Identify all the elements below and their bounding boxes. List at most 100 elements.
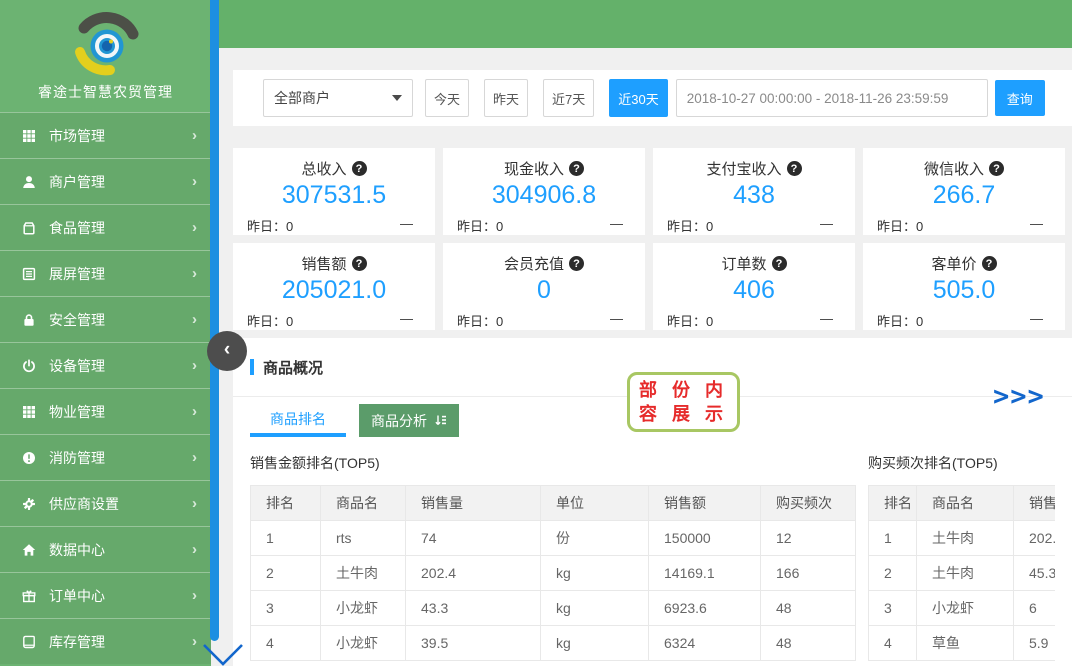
chevron-right-icon bbox=[192, 265, 197, 282]
stats-grid: 总收入 307531.5 昨日：0 — 现金收入 304906.8 昨日：0 — 支… bbox=[233, 126, 1072, 338]
sidebar-item-property[interactable]: 物业管理 bbox=[0, 388, 211, 434]
sidebar-item-food[interactable]: 食品管理 bbox=[0, 204, 211, 250]
sidebar-item-merchant[interactable]: 商户管理 bbox=[0, 158, 211, 204]
sidebar-item-label: 供应商设置 bbox=[49, 495, 119, 512]
help-icon[interactable] bbox=[771, 256, 787, 271]
annotation-arrows: >>> bbox=[993, 381, 1045, 412]
grid-icon bbox=[22, 405, 36, 419]
chevron-right-icon bbox=[192, 633, 197, 650]
table-cell: 6324 bbox=[648, 625, 761, 661]
stat-value: 266.7 bbox=[932, 181, 996, 209]
sidebar-item-market[interactable]: 市场管理 bbox=[0, 112, 211, 158]
column-header: 销售额 bbox=[648, 485, 761, 521]
table-cell: 6923.6 bbox=[648, 590, 761, 626]
stat-yesterday: 昨日：0 bbox=[457, 314, 504, 329]
help-icon[interactable] bbox=[569, 161, 584, 176]
section-accent-bar bbox=[250, 359, 254, 375]
brand: 睿途士智慧农贸管理 bbox=[0, 0, 211, 112]
dashboard-panel: 全部商户 今天 昨天 近7天 近30天 查询 总收入 307531.5 昨日：0… bbox=[233, 70, 1072, 666]
chevron-right-icon bbox=[192, 311, 197, 328]
table-cell: 43.3 bbox=[405, 590, 541, 626]
sidebar-item-screen[interactable]: 展屏管理 bbox=[0, 250, 211, 296]
chevron-right-icon bbox=[192, 173, 197, 190]
sort-icon bbox=[434, 414, 447, 427]
table-row: 4 小龙虾 39.5 kg 6324 48 bbox=[250, 625, 856, 661]
table-cell: 48 bbox=[760, 590, 856, 626]
sidebar-item-device[interactable]: 设备管理 bbox=[0, 342, 211, 388]
tab-goods-analysis[interactable]: 商品分析 bbox=[359, 404, 459, 437]
table-cell: 1 bbox=[250, 520, 321, 556]
tab-goods-rank[interactable]: 商品排名 bbox=[250, 404, 346, 437]
table-cell: 39.5 bbox=[405, 625, 541, 661]
stat-yesterday: 昨日：0 bbox=[247, 219, 294, 234]
stat-card-avg-order: 客单价 505.0 昨日：0 — bbox=[863, 243, 1065, 330]
stat-trend: — bbox=[610, 311, 623, 326]
yesterday-button[interactable]: 昨天 bbox=[484, 79, 529, 117]
stat-label: 支付宝收入 bbox=[706, 161, 782, 178]
sidebar-item-security[interactable]: 安全管理 bbox=[0, 296, 211, 342]
sidebar-item-inventory[interactable]: 库存管理 bbox=[0, 618, 211, 664]
rank-tables: 销售金额排名(TOP5) 排名 商品名 销售量 单位 销售额 购买频次 1 rt… bbox=[250, 449, 1055, 661]
user-icon bbox=[22, 175, 36, 189]
help-icon[interactable] bbox=[786, 161, 802, 176]
table-cell: 2 bbox=[250, 555, 321, 591]
last30days-button[interactable]: 近30天 bbox=[609, 79, 668, 117]
help-icon[interactable] bbox=[351, 256, 367, 271]
table-cell: 6 bbox=[1013, 590, 1055, 626]
last7days-button[interactable]: 近7天 bbox=[543, 79, 595, 117]
sidebar-item-label: 设备管理 bbox=[49, 357, 105, 374]
sidebar-item-label: 安全管理 bbox=[49, 311, 105, 328]
table-header-row: 排名 商品名 销售量 单位 销售额 购买频次 bbox=[250, 485, 856, 521]
table-cell: kg bbox=[540, 590, 649, 626]
table-cell: 2 bbox=[868, 555, 917, 591]
stat-trend: — bbox=[400, 311, 413, 326]
stat-value: 406 bbox=[733, 276, 775, 304]
stat-value: 438 bbox=[733, 181, 775, 209]
home-icon bbox=[22, 543, 36, 557]
tab-label: 商品分析 bbox=[371, 412, 427, 429]
merchant-select[interactable]: 全部商户 bbox=[263, 79, 413, 117]
sidebar-item-supplier[interactable]: 供应商设置 bbox=[0, 480, 211, 526]
help-icon[interactable] bbox=[351, 161, 367, 176]
help-icon[interactable] bbox=[989, 161, 1004, 176]
sidebar-item-fire[interactable]: 消防管理 bbox=[0, 434, 211, 480]
stat-trend: — bbox=[820, 216, 833, 231]
help-icon[interactable] bbox=[569, 256, 584, 271]
table-cell: 150000 bbox=[648, 520, 761, 556]
today-button[interactable]: 今天 bbox=[425, 79, 470, 117]
table-cell: 3 bbox=[868, 590, 917, 626]
section-title: 商品概况 bbox=[263, 359, 324, 377]
frequency-rank-title: 购买频次排名(TOP5) bbox=[868, 455, 998, 471]
stat-card-wechat-income: 微信收入 266.7 昨日：0 — bbox=[863, 148, 1065, 235]
date-range-input[interactable] bbox=[675, 79, 988, 117]
stat-trend: — bbox=[1030, 311, 1043, 326]
stat-yesterday: 昨日：0 bbox=[877, 314, 924, 329]
table-cell: 土牛肉 bbox=[320, 555, 406, 591]
stat-label: 销售额 bbox=[301, 256, 347, 273]
stat-card-total-income: 总收入 307531.5 昨日：0 — bbox=[233, 148, 435, 235]
stat-label: 现金收入 bbox=[503, 161, 564, 178]
sidebar-scrollbar[interactable] bbox=[210, 0, 219, 641]
caret-down-icon bbox=[392, 95, 402, 101]
table-cell: 14169.1 bbox=[648, 555, 761, 591]
help-icon[interactable] bbox=[981, 256, 997, 271]
sidebar-item-label: 库存管理 bbox=[49, 633, 105, 650]
stat-yesterday: 昨日：0 bbox=[457, 219, 504, 234]
annotation-note: 部 份 内 容 展 示 bbox=[627, 372, 740, 432]
chevron-right-icon bbox=[192, 495, 197, 512]
table-cell: rts bbox=[320, 520, 406, 556]
sidebar-item-label: 商户管理 bbox=[49, 173, 105, 190]
chevron-right-icon bbox=[192, 449, 197, 466]
sidebar-item-ordercenter[interactable]: 订单中心 bbox=[0, 572, 211, 618]
table-row: 2 土牛肉 45.3 bbox=[868, 555, 1055, 591]
stat-label: 会员充值 bbox=[503, 256, 564, 273]
sidebar-item-datacenter[interactable]: 数据中心 bbox=[0, 526, 211, 572]
sidebar-collapse-button[interactable] bbox=[207, 331, 247, 371]
table-cell: kg bbox=[540, 625, 649, 661]
table-cell: 4 bbox=[250, 625, 321, 661]
table-cell: 166 bbox=[760, 555, 856, 591]
query-button[interactable]: 查询 bbox=[994, 80, 1045, 116]
table-cell: 份 bbox=[540, 520, 649, 556]
table-cell: 土牛肉 bbox=[916, 555, 1014, 591]
book-icon bbox=[22, 635, 36, 649]
